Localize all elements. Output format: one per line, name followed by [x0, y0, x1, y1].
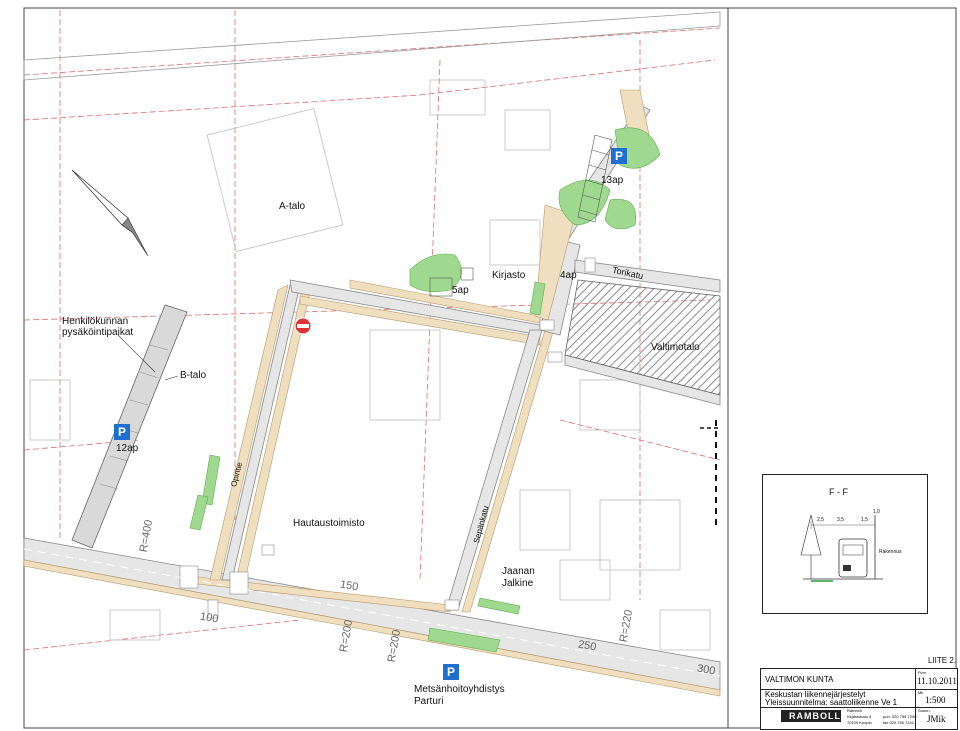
- scale-label: Mk: [918, 690, 924, 695]
- label-jalkine: Jalkine: [502, 578, 534, 589]
- client-name: VALTIMON KUNTA: [765, 675, 834, 684]
- company-logo-text: RAMBOLL: [789, 711, 841, 721]
- company-phone: puh. 020 755 7240: [883, 714, 917, 719]
- company-address-3: 70100 Kuopio: [847, 720, 872, 725]
- date-label: Pvm: [918, 670, 926, 675]
- inset-dim-4: 1,0: [873, 509, 880, 515]
- label-henkilokunnan: Henkilökunnan: [62, 316, 129, 327]
- plan-drawing: [23, 7, 957, 729]
- parking-sign-icon: P: [443, 664, 459, 680]
- label-jaanan: Jaanan: [502, 566, 535, 577]
- cross-section-inset: F - F 3,5 2,5 1,5 1,0 Rakennus: [762, 474, 928, 614]
- title-block: VALTIMON KUNTA Pvm 11.10.2011 Keskustan …: [760, 668, 958, 730]
- label-kirjasto: Kirjasto: [492, 270, 526, 281]
- parking-sign-icon: P: [611, 148, 627, 164]
- company-address-1: Ramboll: [847, 708, 862, 713]
- designer-label: Suunn.: [918, 708, 931, 713]
- label-5ap: 5ap: [452, 285, 469, 296]
- inset-label-right: Rakennus: [879, 549, 902, 555]
- date-value: 11.10.2011: [917, 676, 957, 686]
- company-address-2: Kirjastokatu 4: [847, 714, 872, 719]
- label-4ap: 4ap: [560, 270, 577, 281]
- inset-dim-2: 2,5: [817, 517, 824, 523]
- scale-value: 1:500: [925, 695, 946, 705]
- inset-dim-1: 3,5: [837, 517, 844, 523]
- map-canvas: A-talo B-talo Kirjasto Valtimotalo Hauta…: [0, 0, 960, 731]
- company-logo: RAMBOLL: [781, 710, 841, 722]
- cross-section-drawing: [800, 514, 883, 582]
- label-a-talo: A-talo: [279, 201, 306, 212]
- label-parturi: Parturi: [414, 696, 444, 707]
- label-pysakointipaikat: pysäköintipaikat: [62, 327, 134, 338]
- attachment-label: LIITE 2.: [928, 656, 957, 665]
- inset-dim-3: 1,5: [861, 517, 868, 523]
- label-13ap: 13ap: [601, 175, 624, 186]
- label-hautaustoimisto: Hautaustoimisto: [293, 518, 365, 529]
- label-metsanhoitoyhdistys: Metsänhoitoyhdistys: [414, 684, 505, 695]
- label-12ap: 12ap: [116, 443, 139, 454]
- designer-name: JMik: [927, 714, 946, 724]
- label-valtimotalo: Valtimotalo: [651, 342, 700, 353]
- parking-sign-icon: P: [114, 424, 130, 440]
- label-b-talo: B-talo: [180, 370, 207, 381]
- project-line-2: Yleissuunnitelma: saattoliikenne Ve 1: [765, 698, 898, 707]
- company-fax: fax 020 755 7241: [883, 720, 914, 725]
